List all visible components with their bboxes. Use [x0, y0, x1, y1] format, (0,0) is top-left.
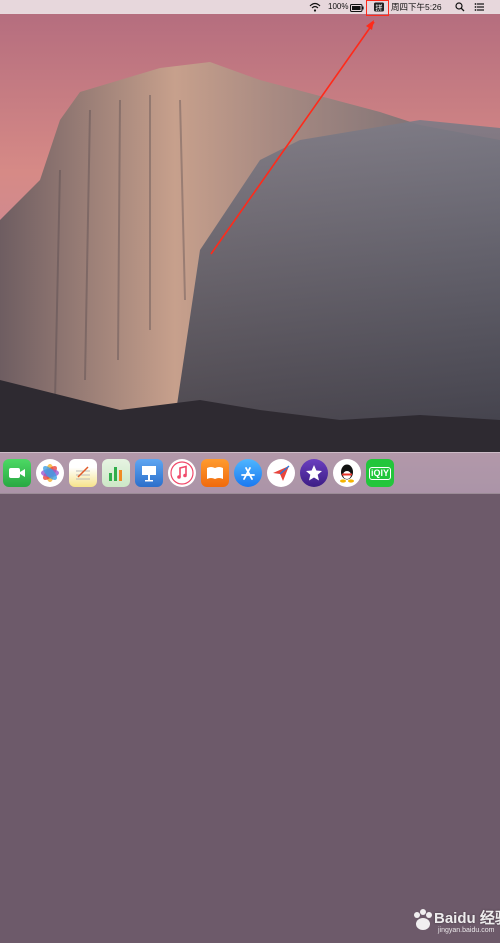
dock: iQIY Baidu 经验 jingyan.baidu.com	[0, 452, 500, 934]
books-icon[interactable]	[201, 459, 229, 487]
spotlight-search-icon[interactable]	[455, 0, 465, 14]
wifi-icon[interactable]	[309, 0, 323, 14]
music-icon[interactable]	[168, 459, 196, 487]
notes-icon[interactable]	[69, 459, 97, 487]
qq-icon[interactable]	[333, 459, 361, 487]
imovie-icon[interactable]	[300, 459, 328, 487]
facetime-icon[interactable]	[3, 459, 31, 487]
iqiyi-icon[interactable]: iQIY	[366, 459, 394, 487]
keynote-icon[interactable]	[135, 459, 163, 487]
watermark-text: Baidu 经验	[434, 910, 500, 927]
paper-plane-icon[interactable]	[267, 459, 295, 487]
battery-percent[interactable]: 100%	[328, 0, 348, 14]
iqiyi-label: iQIY	[368, 466, 391, 480]
baidu-watermark: Baidu 经验 jingyan.baidu.com	[408, 903, 500, 943]
desktop-wallpaper	[0, 0, 500, 493]
baidu-paw-icon	[414, 909, 432, 930]
numbers-icon[interactable]	[102, 459, 130, 487]
app-store-icon[interactable]	[234, 459, 262, 487]
watermark-subtext: jingyan.baidu.com	[438, 927, 495, 934]
battery-icon[interactable]	[350, 3, 364, 12]
menu-bar: 100% 拼 周四下午5:26	[0, 0, 500, 14]
notification-center-icon[interactable]	[474, 0, 484, 14]
annotation-highlight-box	[366, 0, 389, 16]
photos-icon[interactable]	[36, 459, 64, 487]
menu-bar-clock[interactable]: 周四下午5:26	[391, 0, 442, 14]
